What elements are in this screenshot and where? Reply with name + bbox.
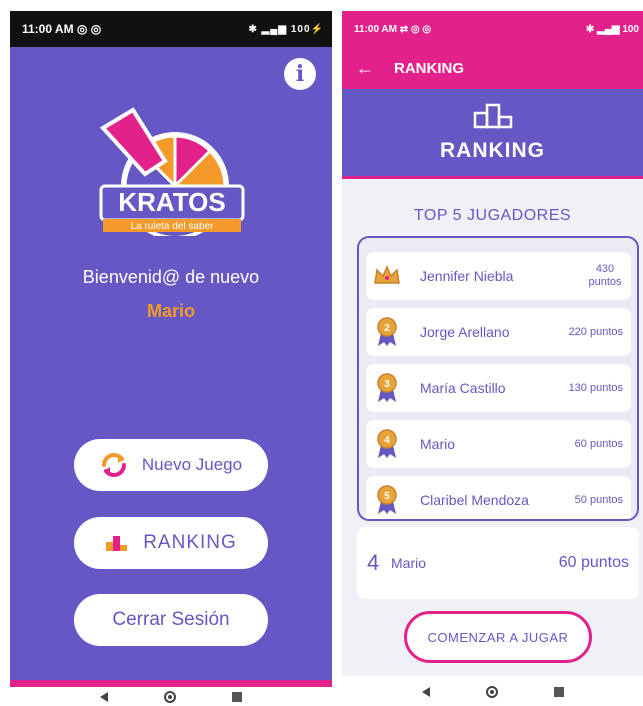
recents-nav-icon[interactable] xyxy=(553,687,564,697)
recents-nav-icon[interactable] xyxy=(232,692,242,702)
medal-icon: 2 xyxy=(377,317,397,346)
logout-label: Cerrar Sesión xyxy=(112,609,230,630)
ranking-header: RANKING xyxy=(342,89,643,179)
svg-text:2: 2 xyxy=(384,323,390,334)
ranking-title: RANKING xyxy=(440,138,545,162)
player-points: 130 puntos xyxy=(568,382,623,394)
status-bar: 11:00 AM ⇄ ◎ ◎ ✱ ▂▄▆ 100 xyxy=(342,11,643,47)
new-game-label: Nuevo Juego xyxy=(141,455,243,474)
status-time: 11:00 AM ⇄ ◎ ◎ xyxy=(354,23,432,35)
back-nav-icon[interactable] xyxy=(100,692,108,702)
crown-icon xyxy=(374,265,400,284)
medal-icon: 4 xyxy=(377,429,397,458)
status-time: 11:00 AM ◎ ◎ xyxy=(22,22,102,36)
list-item: 2 Jorge Arellano 220 puntos xyxy=(366,308,631,356)
player-name: Jorge Arellano xyxy=(420,324,510,340)
list-item: 5 Claribel Mendoza 50 puntos xyxy=(366,476,631,519)
appbar-title: RANKING xyxy=(394,59,464,77)
player-name: Claribel Mendoza xyxy=(420,492,529,508)
medal-icon: 3 xyxy=(377,373,397,402)
ranking-button[interactable]: RANKING xyxy=(74,517,268,569)
list-item: 4 Mario 60 puntos xyxy=(366,420,631,468)
player-name: Mario xyxy=(420,436,456,452)
svg-text:5: 5 xyxy=(384,491,390,502)
home-nav-icon[interactable] xyxy=(485,686,498,698)
list-item: 3 María Castillo 130 puntos xyxy=(366,364,631,412)
svg-text:3: 3 xyxy=(384,379,390,390)
player-points: 220 puntos xyxy=(568,326,623,338)
player-name: María Castillo xyxy=(420,380,506,396)
info-icon[interactable]: i xyxy=(284,58,316,90)
top-players-list[interactable]: Jennifer Niebla 430 puntos 2 Jorge Arell… xyxy=(357,236,639,521)
ranking-label: RANKING xyxy=(143,532,237,553)
logout-button[interactable]: Cerrar Sesión xyxy=(74,594,268,646)
welcome-text: Bienvenid@ de nuevo xyxy=(82,267,260,287)
top5-title: TOP 5 JUGADORES xyxy=(413,207,572,224)
player-points: 50 puntos xyxy=(574,494,623,506)
logo-subtitle: La ruleta del saber xyxy=(131,221,215,232)
player-points: 60 puntos xyxy=(574,438,623,450)
home-nav-icon[interactable] xyxy=(164,691,176,703)
current-name: Mario xyxy=(391,555,427,571)
system-nav-bar xyxy=(342,678,643,706)
start-game-button[interactable]: COMENZAR A JUGAR xyxy=(404,611,592,663)
system-nav-bar xyxy=(10,688,332,706)
kratos-logo: KRATOS La ruleta del saber xyxy=(99,107,245,236)
current-points: 60 puntos xyxy=(558,554,629,571)
status-indicators: ✱ ▂▄▆ 100⚡ xyxy=(248,23,324,35)
refresh-icon xyxy=(101,453,126,477)
medal-icon: 5 xyxy=(377,485,397,514)
svg-text:4: 4 xyxy=(384,435,390,446)
home-screen: 11:00 AM ◎ ◎ ✱ ▂▄▆ 100⚡ i KRATOS La rule… xyxy=(10,11,332,687)
bottom-accent-bar xyxy=(10,680,332,687)
back-arrow-icon[interactable]: ← xyxy=(356,58,374,79)
logo-title: KRATOS xyxy=(118,187,225,217)
podium-icon xyxy=(473,103,512,128)
status-indicators: ✱ ▂▄▆ 100 xyxy=(585,23,639,35)
player-name: Jennifer Niebla xyxy=(420,268,514,284)
podium-icon xyxy=(106,536,128,551)
current-player-card: 4 Mario 60 puntos xyxy=(357,527,639,599)
username: Mario xyxy=(146,301,195,321)
ranking-screen: 11:00 AM ⇄ ◎ ◎ ✱ ▂▄▆ 100 ← RANKING RANKI… xyxy=(342,11,643,676)
back-nav-icon[interactable] xyxy=(421,687,430,697)
current-position: 4 xyxy=(367,550,380,575)
player-points: 430 puntos xyxy=(588,263,622,288)
new-game-button[interactable]: Nuevo Juego xyxy=(74,439,268,491)
list-item: Jennifer Niebla 430 puntos xyxy=(366,252,631,300)
app-bar: ← RANKING xyxy=(342,47,643,89)
status-bar: 11:00 AM ◎ ◎ ✱ ▂▄▆ 100⚡ xyxy=(10,11,332,47)
